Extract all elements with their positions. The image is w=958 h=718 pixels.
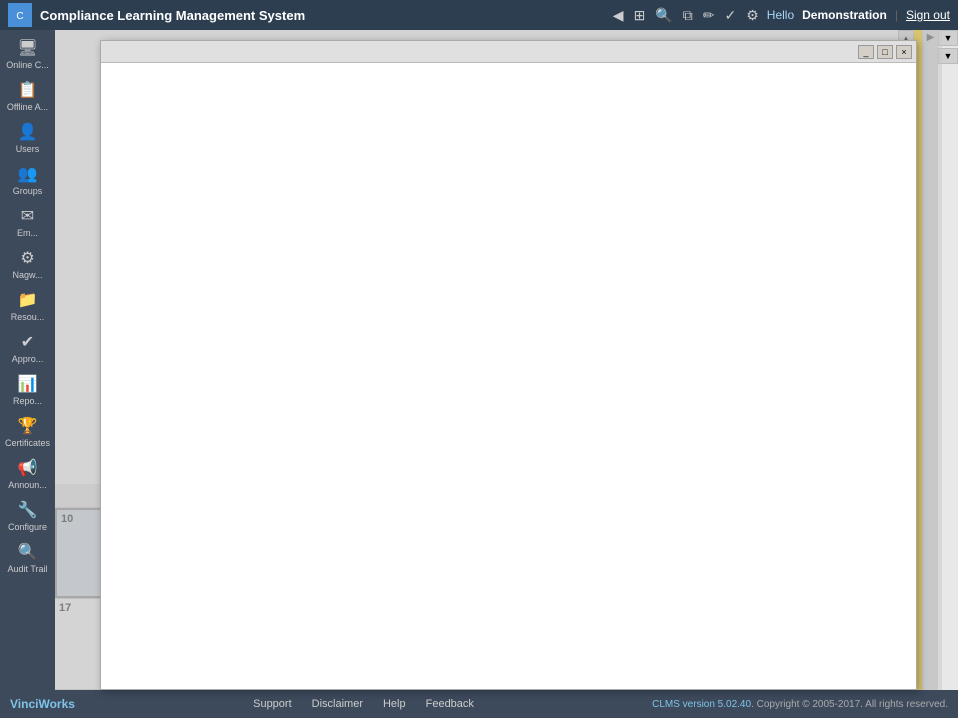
sidebar-item-offline[interactable]: 📋 Offline A...	[0, 76, 55, 116]
sidebar-label-offline: Offline A...	[7, 102, 48, 112]
minimize-button[interactable]: _	[858, 45, 874, 59]
header-separator: |	[895, 8, 898, 22]
sidebar-item-email[interactable]: ✉ Em...	[0, 202, 55, 242]
sidebar-label-resources: Resou...	[11, 312, 45, 322]
hello-label: Hello	[767, 8, 794, 22]
sidebar-item-reports[interactable]: 📊 Repo...	[0, 370, 55, 410]
reports-icon: 📊	[18, 374, 38, 394]
svg-text:C: C	[16, 11, 23, 22]
dialog-overlay: _ □ ×	[55, 30, 942, 690]
check-icon[interactable]: ✓	[724, 7, 736, 24]
online-icon: 🖥	[17, 38, 37, 58]
sidebar-item-groups[interactable]: 👥 Groups	[0, 160, 55, 200]
users-icon: 👤	[18, 122, 38, 142]
sidebar-label-configure: Configure	[8, 522, 47, 532]
sidebar-item-users[interactable]: 👤 Users	[0, 118, 55, 158]
audit-icon: 🔍	[18, 542, 38, 562]
sidebar-item-approvals[interactable]: ✔ Appro...	[0, 328, 55, 368]
certificates-icon: 🏆	[18, 416, 38, 436]
nagware-icon: ⚙	[20, 248, 34, 268]
sidebar-label-email: Em...	[17, 228, 38, 238]
sidebar-label-online: Online C...	[6, 60, 49, 70]
app-title: Compliance Learning Management System	[40, 8, 605, 23]
header-icons: ◀ ⊞ 🔍 ⧉ ✏ ✓ ⚙	[613, 7, 759, 24]
sidebar-item-nagware[interactable]: ⚙ Nagw...	[0, 244, 55, 284]
layers-icon[interactable]: ⧉	[683, 7, 693, 24]
search-icon[interactable]: 🔍	[655, 7, 672, 24]
signout-link[interactable]: Sign out	[906, 8, 950, 22]
close-button[interactable]: ×	[896, 45, 912, 59]
sidebar-label-groups: Groups	[13, 186, 43, 196]
maximize-button[interactable]: □	[877, 45, 893, 59]
disclaimer-link[interactable]: Disclaimer	[312, 698, 363, 710]
resources-icon: 📁	[18, 290, 38, 310]
sidebar-label-audit: Audit Trail	[7, 564, 47, 574]
sidebar-label-certificates: Certificates	[5, 438, 50, 448]
grid-icon[interactable]: ⊞	[634, 7, 646, 24]
settings-icon[interactable]: ⚙	[746, 7, 759, 24]
user-name: Demonstration	[802, 8, 887, 22]
email-icon: ✉	[21, 206, 34, 226]
sidebar-label-users: Users	[16, 144, 40, 154]
sidebar-label-reports: Repo...	[13, 396, 42, 406]
sidebar-item-resources[interactable]: 📁 Resou...	[0, 286, 55, 326]
sidebar-item-certificates[interactable]: 🏆 Certificates	[0, 412, 55, 452]
back-icon[interactable]: ◀	[613, 7, 624, 24]
sidebar-item-configure[interactable]: 🔧 Configure	[0, 496, 55, 536]
support-link[interactable]: Support	[253, 698, 292, 710]
main-layout: 🖥 Online C... 📋 Offline A... 👤 Users 👥 G…	[0, 30, 958, 690]
copyright-text: CLMS version 5.02.40. Copyright © 2005-2…	[652, 699, 948, 710]
groups-icon: 👥	[18, 164, 38, 184]
announcements-icon: 📢	[18, 458, 38, 478]
approvals-icon: ✔	[21, 332, 34, 352]
dialog-window: _ □ ×	[100, 40, 917, 690]
content-area: _ □ × Boilerplate drafting	[55, 30, 958, 690]
dialog-titlebar: _ □ ×	[101, 41, 916, 63]
sidebar-item-audit-trail[interactable]: 🔍 Audit Trail	[0, 538, 55, 578]
version-link[interactable]: CLMS version 5.02.40	[652, 699, 751, 710]
configure-icon: 🔧	[18, 500, 38, 520]
footer: VinciWorks Support Disclaimer Help Feedb…	[0, 690, 958, 718]
sidebar-item-online[interactable]: 🖥 Online C...	[0, 34, 55, 74]
feedback-link[interactable]: Feedback	[426, 698, 474, 710]
sidebar-label-nagware: Nagw...	[12, 270, 42, 280]
header-bar: C Compliance Learning Management System …	[0, 0, 958, 30]
footer-links: Support Disclaimer Help Feedback	[253, 698, 474, 710]
brand-logo: VinciWorks	[10, 697, 75, 711]
sidebar-item-announcements[interactable]: 📢 Announ...	[0, 454, 55, 494]
sidebar-label-approvals: Appro...	[12, 354, 44, 364]
sidebar-label-announcements: Announ...	[8, 480, 47, 490]
help-link[interactable]: Help	[383, 698, 406, 710]
sidebar: 🖥 Online C... 📋 Offline A... 👤 Users 👥 G…	[0, 30, 55, 690]
offline-icon: 📋	[18, 80, 38, 100]
app-icon: C	[8, 3, 32, 27]
pen-icon[interactable]: ✏	[703, 7, 715, 24]
